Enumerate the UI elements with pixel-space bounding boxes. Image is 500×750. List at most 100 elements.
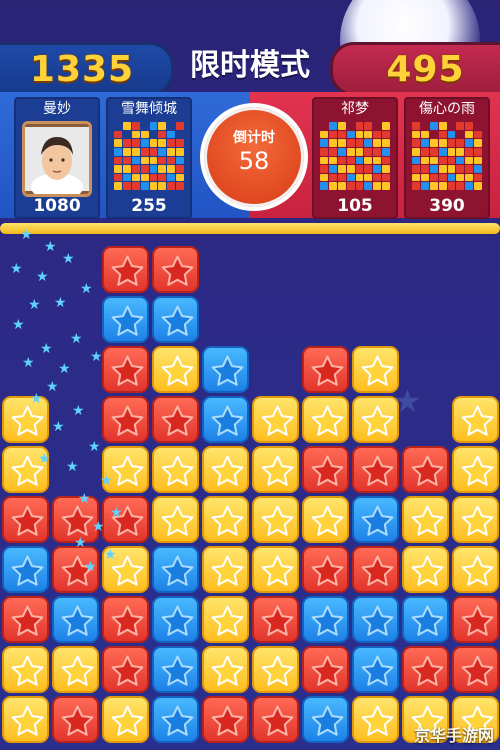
mini-tile	[320, 122, 328, 130]
red-star-tile[interactable]	[102, 646, 149, 693]
blue-star-tile[interactable]	[402, 596, 449, 643]
yellow-star-tile[interactable]	[252, 496, 299, 543]
blue-star-tile[interactable]	[102, 296, 149, 343]
yellow-star-tile[interactable]	[352, 346, 399, 393]
red-star-tile[interactable]	[2, 496, 49, 543]
red-star-tile[interactable]	[452, 596, 499, 643]
red-star-tile[interactable]	[152, 246, 199, 293]
blue-star-tile[interactable]	[202, 346, 249, 393]
yellow-star-tile[interactable]	[2, 696, 49, 743]
yellow-star-tile[interactable]	[202, 446, 249, 493]
blue-star-tile[interactable]	[152, 546, 199, 593]
sparkle-star-icon: ★	[72, 403, 85, 419]
red-star-tile[interactable]	[252, 696, 299, 743]
blue-star-tile[interactable]	[302, 596, 349, 643]
blue-star-tile[interactable]	[202, 396, 249, 443]
star-icon	[11, 605, 44, 636]
yellow-star-tile[interactable]	[2, 646, 49, 693]
red-star-tile[interactable]	[52, 696, 99, 743]
blue-star-tile[interactable]	[52, 596, 99, 643]
yellow-star-tile[interactable]	[252, 396, 299, 443]
mini-tile	[373, 156, 382, 165]
yellow-star-tile[interactable]	[352, 696, 399, 743]
yellow-star-tile[interactable]	[152, 496, 199, 543]
player-card-2[interactable]: 雪舞倾城 255	[106, 97, 192, 219]
yellow-star-tile[interactable]	[202, 496, 249, 543]
star-icon	[461, 655, 494, 686]
mini-tile	[382, 130, 390, 139]
mini-tile	[337, 139, 346, 147]
sparkle-star-icon: ★	[36, 269, 49, 285]
red-star-tile[interactable]	[102, 596, 149, 643]
sparkle-star-icon: ★	[28, 297, 41, 313]
red-star-tile[interactable]	[102, 246, 149, 293]
mini-tile	[382, 139, 390, 147]
red-star-tile[interactable]	[352, 546, 399, 593]
yellow-star-tile[interactable]	[452, 496, 499, 543]
red-star-tile[interactable]	[202, 696, 249, 743]
red-star-tile[interactable]	[402, 446, 449, 493]
mini-tile	[456, 131, 464, 139]
blue-team-score: 1335	[0, 42, 174, 96]
yellow-star-tile[interactable]	[402, 496, 449, 543]
mini-tile	[438, 173, 447, 182]
red-star-tile[interactable]	[402, 646, 449, 693]
red-star-tile[interactable]	[352, 446, 399, 493]
yellow-star-tile[interactable]	[202, 596, 249, 643]
blue-star-tile[interactable]	[152, 646, 199, 693]
red-star-tile[interactable]	[302, 346, 349, 393]
yellow-star-tile[interactable]	[102, 696, 149, 743]
player-card-3[interactable]: 祁梦 105	[312, 97, 398, 219]
blue-star-tile[interactable]	[152, 696, 199, 743]
star-icon	[361, 705, 394, 736]
player-card-1[interactable]: 曼妙 1080	[14, 97, 100, 219]
star-icon	[461, 605, 494, 636]
blue-star-tile[interactable]	[2, 546, 49, 593]
red-star-tile[interactable]	[302, 446, 349, 493]
red-star-tile[interactable]	[2, 596, 49, 643]
blue-star-tile[interactable]	[352, 646, 399, 693]
yellow-star-tile[interactable]	[152, 446, 199, 493]
blue-star-tile[interactable]	[302, 696, 349, 743]
mini-tile	[382, 122, 390, 130]
yellow-star-tile[interactable]	[202, 646, 249, 693]
player-card-4[interactable]: 傷心の雨 390	[404, 97, 490, 219]
yellow-star-tile[interactable]	[252, 446, 299, 493]
red-star-tile[interactable]	[302, 546, 349, 593]
red-star-tile[interactable]	[102, 396, 149, 443]
red-star-tile[interactable]	[102, 346, 149, 393]
blue-star-tile[interactable]	[152, 596, 199, 643]
yellow-star-tile[interactable]	[402, 546, 449, 593]
mini-tile	[337, 165, 346, 173]
blue-star-tile[interactable]	[352, 596, 399, 643]
star-icon	[361, 455, 394, 486]
sparkle-star-icon: ★	[88, 439, 101, 455]
yellow-star-tile[interactable]	[452, 546, 499, 593]
red-star-tile[interactable]	[452, 646, 499, 693]
star-icon	[461, 555, 494, 586]
yellow-star-tile[interactable]	[202, 546, 249, 593]
mini-tile	[131, 182, 140, 190]
blue-star-tile[interactable]	[152, 296, 199, 343]
red-star-tile[interactable]	[152, 396, 199, 443]
star-icon	[111, 705, 144, 736]
yellow-star-tile[interactable]	[452, 446, 499, 493]
mini-tile	[320, 173, 328, 182]
yellow-star-tile[interactable]	[452, 396, 499, 443]
mini-tile	[346, 173, 355, 182]
star-icon	[261, 455, 294, 486]
red-star-tile[interactable]	[252, 596, 299, 643]
star-icon	[311, 405, 344, 436]
yellow-star-tile[interactable]	[302, 396, 349, 443]
yellow-star-tile[interactable]	[52, 646, 99, 693]
mini-tile	[158, 182, 167, 190]
yellow-star-tile[interactable]	[352, 396, 399, 443]
blue-star-tile[interactable]	[352, 496, 399, 543]
yellow-star-tile[interactable]	[252, 646, 299, 693]
star-icon	[11, 705, 44, 736]
yellow-star-tile[interactable]	[152, 346, 199, 393]
red-star-tile[interactable]	[302, 646, 349, 693]
yellow-star-tile[interactable]	[252, 546, 299, 593]
yellow-star-tile[interactable]	[302, 496, 349, 543]
mini-tile	[158, 122, 167, 130]
